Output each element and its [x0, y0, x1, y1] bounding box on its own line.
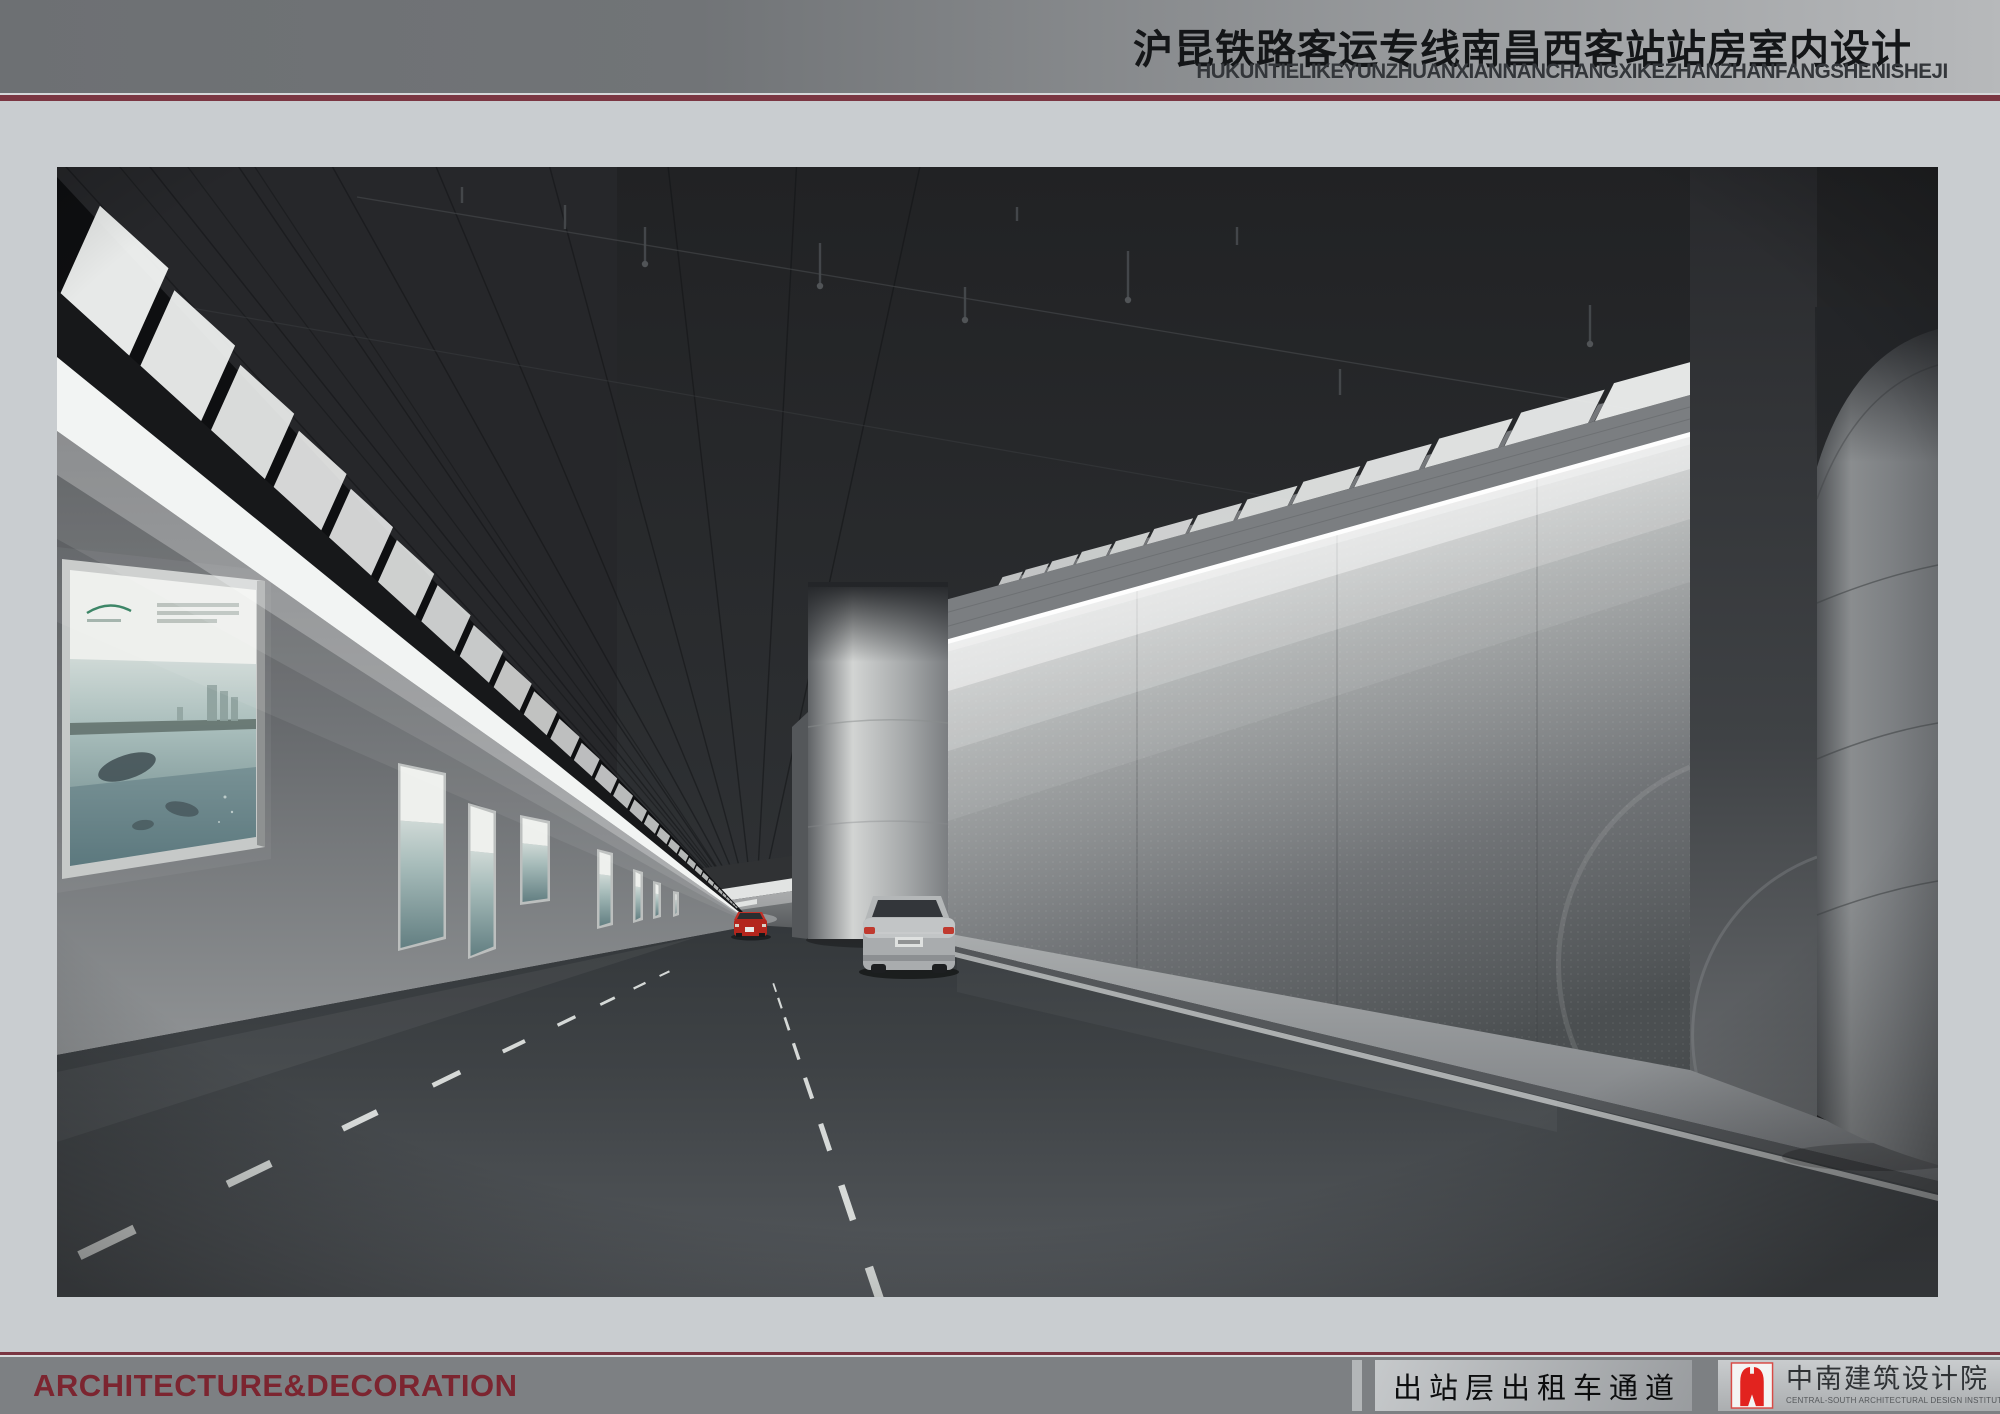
drawing-caption: 出站层出租车通道: [1386, 1365, 1681, 1407]
drawing-caption-panel: 出站层出租车通道: [1375, 1360, 1692, 1411]
accent-stripe-top: [0, 95, 2000, 101]
company-logo-icon: [1730, 1362, 1774, 1409]
company-panel: 中南建筑设计院 CENTRAL-SOUTH ARCHITECTURAL DESI…: [1718, 1360, 2000, 1411]
footer-separator: [1352, 1360, 1362, 1411]
rendering-image: [57, 167, 1938, 1297]
brand-wordmark: ARCHITECTURE&DECORATION: [33, 1368, 518, 1404]
company-name-en: CENTRAL-SOUTH ARCHITECTURAL DESIGN INSTI…: [1786, 1396, 1996, 1405]
presentation-board: 沪昆铁路客运专线南昌西客站站房室内设计 HUKUNTIELIKEYUNZHUAN…: [0, 0, 2000, 1414]
tunnel-rendering-svg: [57, 167, 1938, 1297]
company-name-cn: 中南建筑设计院: [1786, 1363, 1996, 1395]
vignette: [57, 167, 1938, 1297]
board-title-pinyin: HUKUNTIELIKEYUNZHUANXIANNANCHANGXIKEZHAN…: [1197, 60, 1948, 84]
company-text: 中南建筑设计院 CENTRAL-SOUTH ARCHITECTURAL DESI…: [1786, 1363, 1996, 1405]
